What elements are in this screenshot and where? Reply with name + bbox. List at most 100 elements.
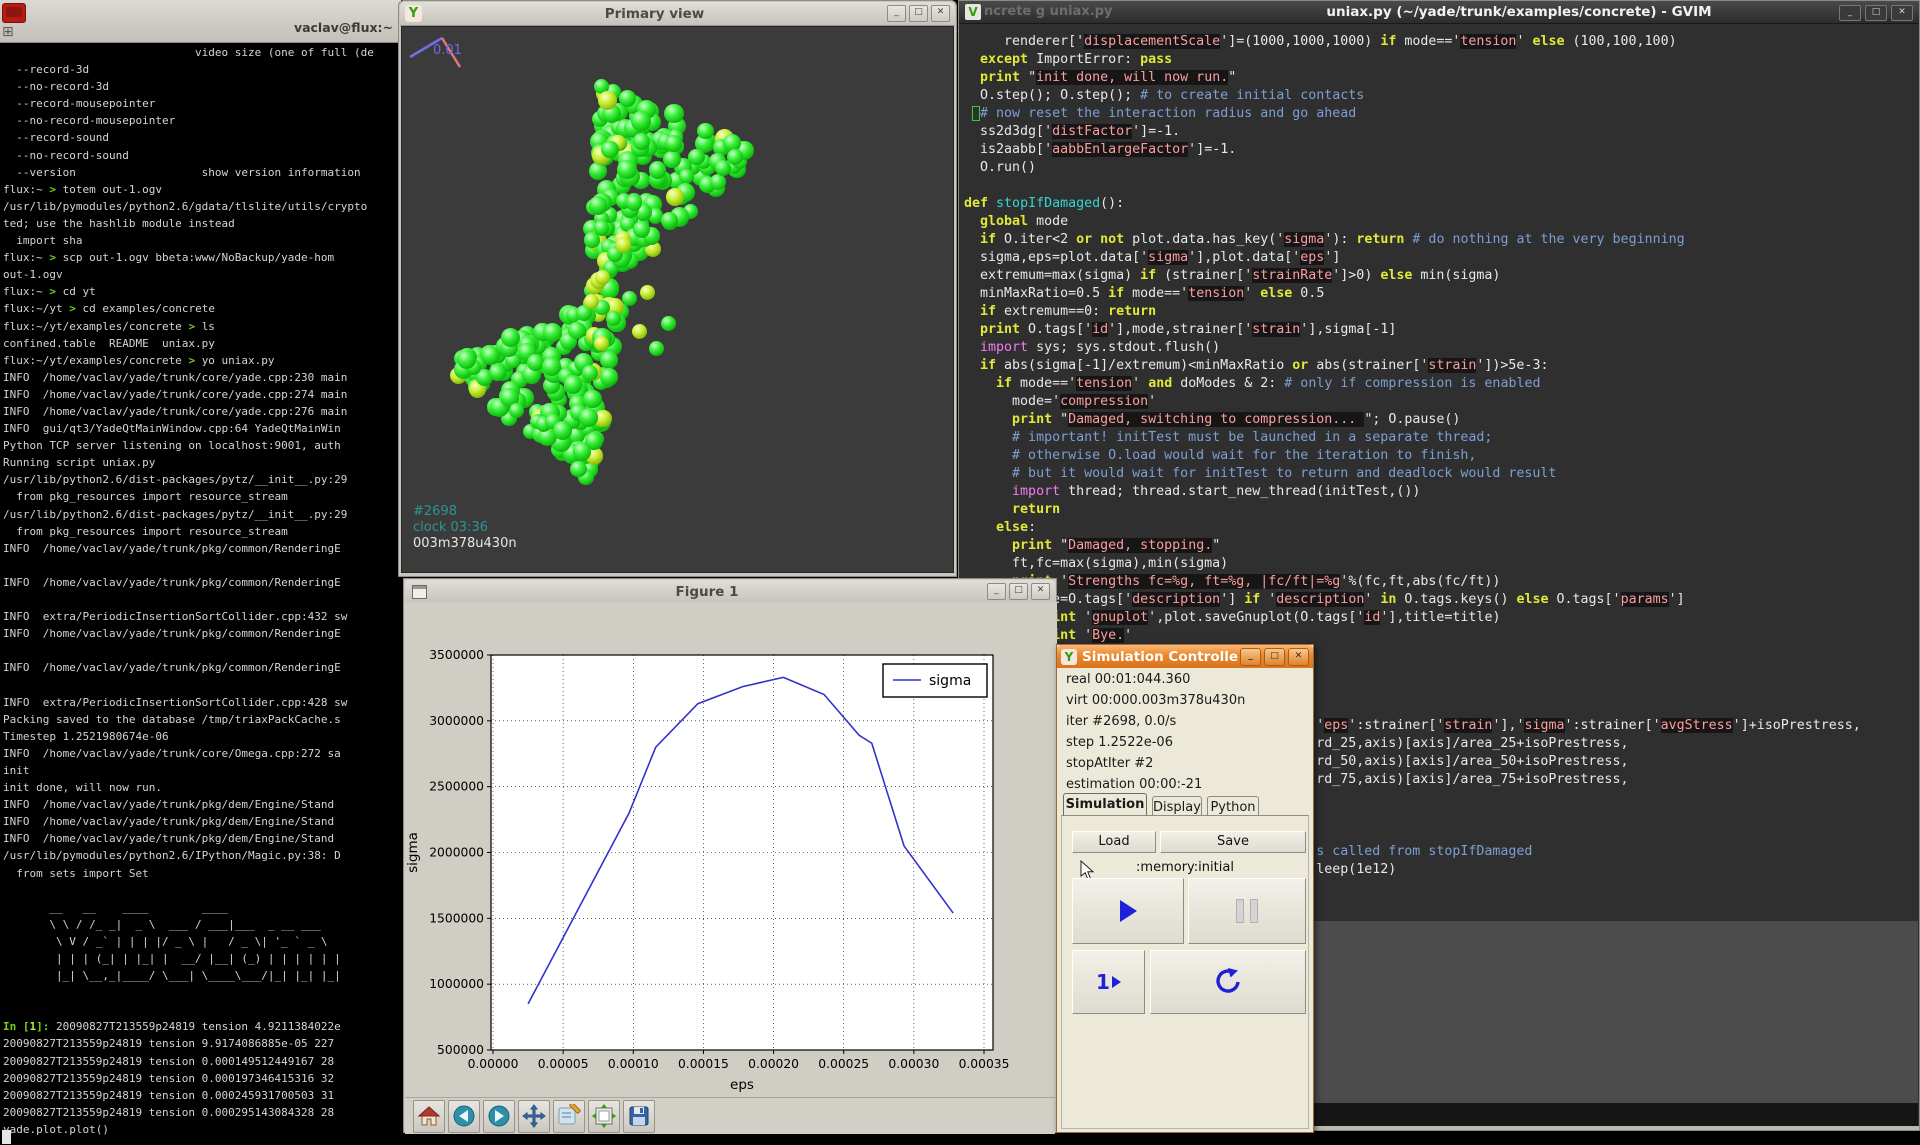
particle bbox=[640, 285, 655, 300]
particle bbox=[649, 341, 664, 356]
particle bbox=[688, 149, 705, 166]
tab-simulation[interactable]: Simulation bbox=[1063, 793, 1147, 816]
forward-button[interactable] bbox=[483, 1100, 515, 1133]
particle bbox=[606, 311, 621, 326]
terminal-line: 20090827T213559p24819 tension 0.00019734… bbox=[3, 1070, 401, 1087]
particle bbox=[584, 294, 599, 309]
pan-button[interactable] bbox=[518, 1100, 550, 1133]
gvim-minimize-button[interactable]: _ bbox=[1839, 5, 1861, 21]
terminal-line: out-1.ogv bbox=[3, 266, 401, 283]
code-line: print 'Strengths fc=%g, ft=%g, |fc/ft|=%… bbox=[964, 573, 1918, 591]
terminal-output[interactable]: video size (one of full (de --record-3d … bbox=[3, 44, 401, 1145]
simctl-close-button[interactable]: ✕ bbox=[1288, 648, 1309, 666]
subplots-button[interactable] bbox=[588, 1100, 620, 1133]
simctl-title: Simulation Controlle bbox=[1082, 649, 1240, 665]
figure-window: Figure 1 _ □ ✕ 0.000000.000050.000100.00… bbox=[403, 578, 1057, 1133]
play-button[interactable] bbox=[1072, 878, 1184, 944]
terminal-line: from pkg_resources import resource_strea… bbox=[3, 523, 401, 540]
stat-step: step 1.2522e-06 bbox=[1066, 735, 1173, 750]
primary-maximize-button[interactable]: □ bbox=[909, 5, 928, 22]
home-icon bbox=[417, 1104, 441, 1128]
code-line: renderer['displacementScale']=(1000,1000… bbox=[964, 33, 1918, 51]
window-menu-icon[interactable]: ⊞ bbox=[2, 25, 19, 40]
particle bbox=[663, 151, 681, 169]
terminal-line: INFO /home/vaclav/yade/trunk/pkg/dem/Eng… bbox=[3, 830, 401, 847]
home-button[interactable] bbox=[413, 1100, 445, 1133]
tab-display[interactable]: Display bbox=[1152, 796, 1202, 816]
particle bbox=[509, 403, 525, 419]
gvim-close-button[interactable]: ✕ bbox=[1891, 5, 1913, 21]
tab-python[interactable]: Python bbox=[1207, 796, 1259, 816]
primary-close-button[interactable]: ✕ bbox=[931, 5, 950, 22]
terminal-line: video size (one of full (de bbox=[3, 44, 401, 61]
terminal-line: INFO /home/vaclav/yade/trunk/pkg/dem/Eng… bbox=[3, 813, 401, 830]
load-button[interactable]: Load bbox=[1072, 831, 1156, 853]
code-line: is2aabb['aabbEnlargeFactor']=-1. bbox=[964, 141, 1918, 159]
3d-viewport[interactable]: 0.01 #2698 clock 03:36 003m378u430n bbox=[401, 26, 954, 573]
pause-button[interactable] bbox=[1188, 878, 1306, 944]
figure-maximize-button[interactable]: □ bbox=[1009, 583, 1028, 600]
figure-minimize-button[interactable]: _ bbox=[987, 583, 1006, 600]
memory-slot-label: :memory:initial bbox=[1062, 860, 1308, 875]
figure-titlebar[interactable]: Figure 1 _ □ ✕ bbox=[405, 580, 1055, 604]
particle bbox=[617, 160, 637, 180]
terminal-line: INFO /home/vaclav/yade/trunk/core/yade.c… bbox=[3, 369, 401, 386]
back-button[interactable] bbox=[448, 1100, 480, 1133]
vim-icon: V bbox=[965, 4, 981, 20]
save-button[interactable]: Save bbox=[1160, 831, 1306, 853]
legend-label: sigma bbox=[929, 673, 971, 689]
simctl-maximize-button[interactable]: □ bbox=[1264, 648, 1285, 666]
code-line: ft,fc=max(sigma),min(sigma) bbox=[964, 555, 1918, 573]
code-line: import sys; sys.stdout.flush() bbox=[964, 339, 1918, 357]
overlay-clock: clock 03:36 bbox=[413, 520, 517, 536]
primary-view-titlebar[interactable]: Y Primary view _ □ ✕ bbox=[400, 2, 955, 26]
figure-icon bbox=[412, 585, 427, 599]
terminal-line: INFO gui/qt3/YadeQtMainWindow.cpp:64 Yad… bbox=[3, 420, 401, 437]
particle bbox=[626, 194, 642, 210]
code-line: except ImportError: pass bbox=[964, 51, 1918, 69]
simulation-controller-window: Y Simulation Controlle _ □ ✕ real 00:01:… bbox=[1056, 644, 1314, 1133]
single-step-button[interactable]: 1 bbox=[1072, 950, 1145, 1014]
stat-estimation: estimation 00:00:-21 bbox=[1066, 777, 1202, 792]
terminal-line: ted; use the hashlib module instead bbox=[3, 215, 401, 232]
particle bbox=[457, 350, 476, 369]
terminal-line: flux:~/yt > cd examples/concrete bbox=[3, 300, 401, 317]
subplots-icon bbox=[592, 1104, 616, 1128]
primary-minimize-button[interactable]: _ bbox=[887, 5, 906, 22]
svg-text:0.00015: 0.00015 bbox=[678, 1057, 729, 1071]
particle bbox=[489, 364, 506, 381]
terminal-line: confined.table README uniax.py bbox=[3, 335, 401, 352]
primary-view-window: Y Primary view _ □ ✕ 0.01 #2698 clock 03… bbox=[398, 0, 957, 577]
stat-virt-time: virt 00:000.003m378u430n bbox=[1066, 693, 1245, 708]
terminal-line: INFO /home/vaclav/yade/trunk/core/Omega.… bbox=[3, 745, 401, 762]
terminal-titlebar[interactable]: vaclav@flux:~ ⊞ bbox=[0, 0, 401, 43]
particle bbox=[595, 270, 610, 285]
primary-view-title: Primary view bbox=[422, 6, 887, 22]
edit-button[interactable] bbox=[553, 1100, 585, 1133]
reload-button[interactable] bbox=[1150, 950, 1306, 1014]
simctl-minimize-button[interactable]: _ bbox=[1240, 648, 1261, 666]
simctl-titlebar[interactable]: Y Simulation Controlle _ □ ✕ bbox=[1057, 645, 1313, 668]
code-line: # important! initTest must be launched i… bbox=[964, 429, 1918, 447]
gvim-titlebar[interactable]: V ncrete g uniax.py uniax.py (~/yade/tru… bbox=[959, 1, 1919, 24]
particle bbox=[715, 160, 731, 176]
terminal-line: Running script uniax.py bbox=[3, 454, 401, 471]
play-icon bbox=[1120, 900, 1137, 922]
terminal-line: from sets import Set bbox=[3, 865, 401, 882]
particle bbox=[564, 375, 582, 393]
save-icon bbox=[627, 1104, 651, 1128]
terminal-icon bbox=[2, 3, 26, 23]
code-line: global mode bbox=[964, 213, 1918, 231]
axes-indicator-icon bbox=[402, 27, 522, 87]
code-line: print "init done, will now run." bbox=[964, 69, 1918, 87]
terminal-line: |_| \__,_|____/ \___| \____\___/|_| |_| … bbox=[3, 967, 401, 984]
save-button[interactable] bbox=[623, 1100, 655, 1133]
gvim-maximize-button[interactable]: □ bbox=[1865, 5, 1887, 21]
code-line: minMaxRatio=0.5 if mode=='tension' else … bbox=[964, 285, 1918, 303]
figure-close-button[interactable]: ✕ bbox=[1031, 583, 1050, 600]
terminal-line: /usr/lib/python2.6/dist-packages/pytz/__… bbox=[3, 471, 401, 488]
terminal-line: --record-sound bbox=[3, 129, 401, 146]
stat-iteration: iter #2698, 0.0/s bbox=[1066, 714, 1176, 729]
terminal-line: INFO /home/vaclav/yade/trunk/core/yade.c… bbox=[3, 403, 401, 420]
code-line: print "Damaged, stopping." bbox=[964, 537, 1918, 555]
